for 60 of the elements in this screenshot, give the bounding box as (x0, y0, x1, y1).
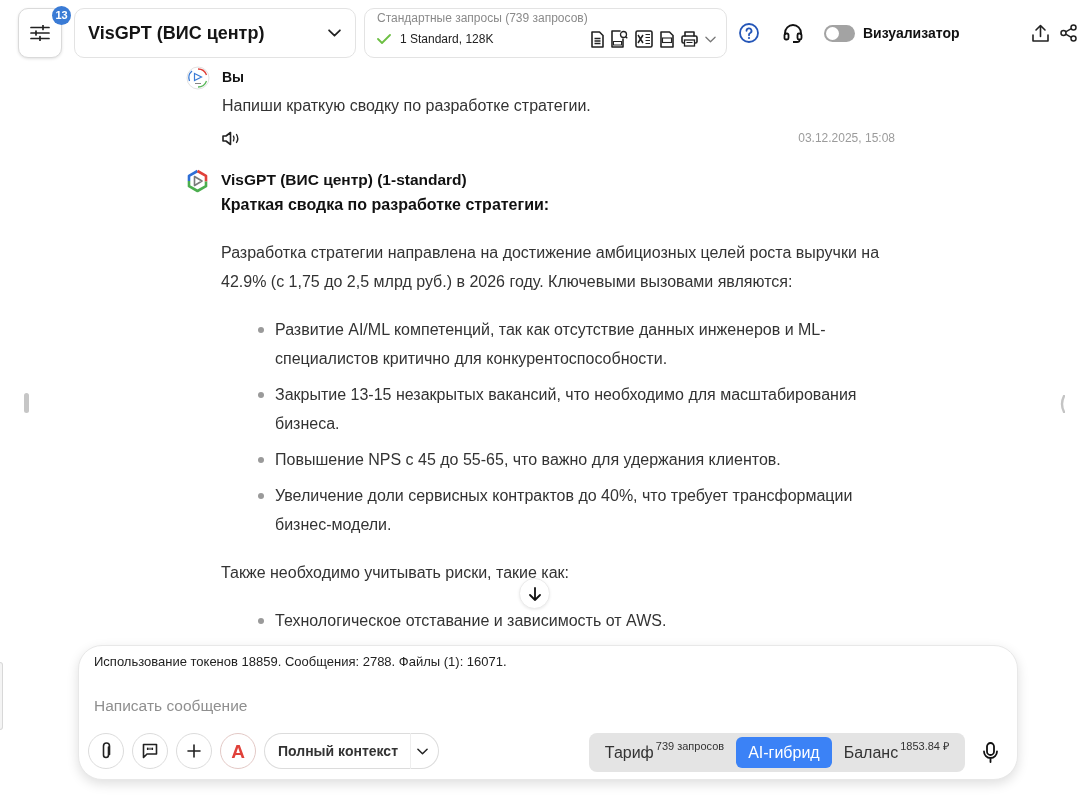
add-button[interactable] (176, 733, 212, 769)
response-paragraph: Также необходимо учитывать риски, такие как: (221, 563, 570, 583)
message-timestamp: 03.12.2025, 15:08 (798, 130, 895, 147)
arrow-down-icon (528, 586, 541, 601)
selected-model-label: 1 Standard, 128K (400, 31, 494, 48)
mode-tab[interactable]: AI-гибрид (736, 737, 832, 768)
mode-tab[interactable]: Баланс$^{1853.84 ₽}$ (831, 737, 961, 768)
user-avatar-icon (186, 66, 210, 90)
scroll-down-button[interactable] (519, 578, 550, 609)
context-dropdown-button[interactable] (411, 733, 439, 769)
chevron-down-icon[interactable] (705, 35, 716, 43)
chevron-down-icon (417, 747, 428, 755)
bullet-icon (258, 493, 264, 499)
list-item-text: Повышение NPS с 45 до 55-65, что важно для удержания клиентов. (275, 450, 781, 470)
sender-name: Вы (222, 68, 246, 86)
notification-count: 13 (52, 6, 71, 25)
plus-icon (187, 744, 201, 758)
attach-button[interactable] (88, 733, 124, 769)
message-input[interactable]: Написать сообщение (88, 689, 1008, 723)
headset-icon[interactable] (783, 23, 803, 43)
speaker-icon[interactable] (222, 130, 241, 146)
request-selector[interactable]: Стандартные запросы (739 запросов) 1 Standard, 128K (364, 8, 727, 58)
settings-sliders-icon (30, 25, 50, 41)
paperclip-icon (100, 742, 112, 760)
message-text: Напиши краткую сводку по разработке стратегии. (222, 96, 592, 116)
printer-icon[interactable] (681, 31, 698, 47)
response-paragraph: Разработка стратегии направлена на достижение амбициозных целей роста выручки на 42.9% (с 1,75 до 2,5 млрд руб.) в 2026 году. Ключевыми вызовами являются: (221, 243, 881, 292)
chevron-down-icon (328, 29, 341, 37)
check-icon (377, 34, 391, 44)
bullet-icon (258, 457, 264, 463)
context-mode-button[interactable]: Полный контекст (264, 733, 411, 769)
spreadsheet-icon[interactable] (635, 30, 653, 48)
visualizer-toggle[interactable] (824, 24, 855, 42)
response-heading: Краткая сводка по разработке стратегии: (221, 195, 551, 215)
collapse-handle-icon[interactable] (1059, 395, 1065, 413)
pdf-file-icon[interactable] (611, 30, 628, 48)
prompts-button[interactable] (132, 733, 168, 769)
bullet-icon (258, 392, 264, 398)
sender-name: VisGPT (ВИС центр) (1-standard) (221, 170, 468, 190)
request-count-label: Стандартные запросы (739 запросов) (377, 11, 589, 25)
visualizer-label: Визуализатор (863, 23, 960, 43)
text-file-icon[interactable] (660, 30, 674, 48)
mode-tab[interactable]: Тариф$^{739 запросов}$ (592, 737, 737, 768)
document-icon[interactable] (591, 30, 604, 48)
list-item-text: Закрытие 13-15 незакрытых вакансий, что необходимо для масштабирования бизнеса. (275, 385, 858, 434)
upload-icon[interactable] (1032, 24, 1049, 42)
quote-bubble-icon (142, 743, 158, 759)
bullet-icon (258, 327, 264, 333)
token-usage-text: Использование токенов 18859. Сообщения: 2788. Файлы (1): 16071. (93, 654, 508, 670)
help-icon[interactable] (739, 23, 759, 43)
share-icon[interactable] (1060, 24, 1077, 42)
bot-logo-icon (186, 169, 209, 193)
resize-handle-icon[interactable] (24, 393, 29, 413)
microphone-icon[interactable] (983, 742, 998, 763)
assistant-button[interactable]: A (220, 733, 256, 769)
model-dropdown[interactable]: VisGPT (ВИС центр) (74, 8, 356, 58)
list-item-text: Развитие AI/ML компетенций, так как отсутствие данных инженеров и ML-специалистов критично для конкурентоспособности. (275, 320, 827, 369)
list-item-text: Увеличение доли сервисных контрактов до 40%, что требует трансформации бизнес-модели. (275, 486, 854, 535)
bullet-icon (258, 618, 264, 624)
list-item-text: Технологическое отставание и зависимость от AWS. (275, 611, 667, 631)
